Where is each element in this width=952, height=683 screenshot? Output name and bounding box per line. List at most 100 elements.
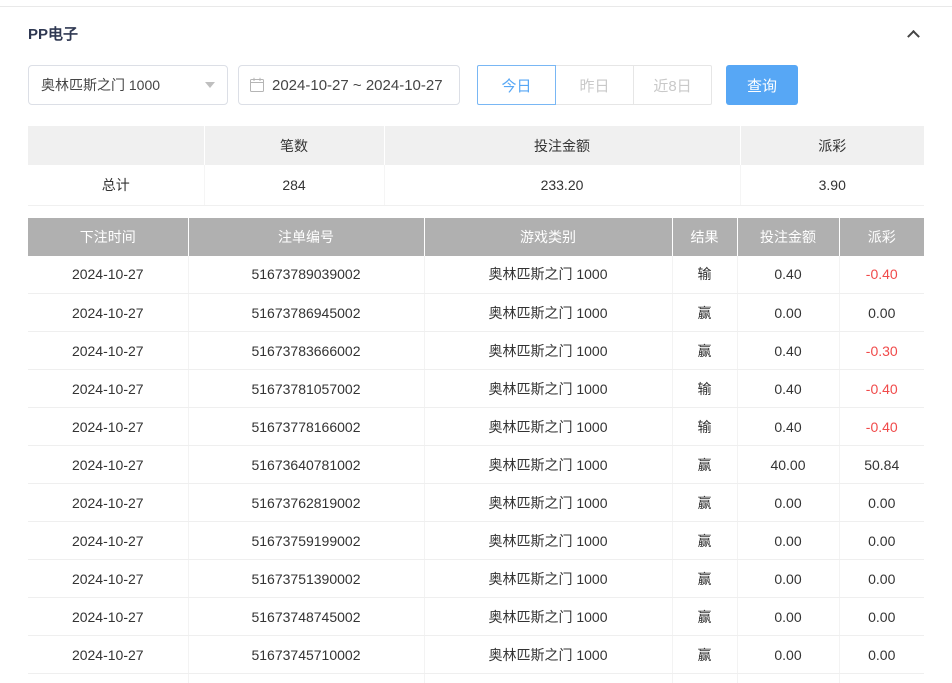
table-row: 2024-10-27 51673751390002 奥林匹斯之门 1000 赢 0.00… [28,559,924,598]
bet-records-panel: PP电子 奥林匹斯之门 1000 2024-10-27 ~ 2024-10-27… [0,22,952,683]
game-name-cell: 奥林匹斯之门 1000 [424,407,673,446]
table-row: 2024-10-27 51673778166002 奥林匹斯之门 1000 输 0.40… [28,407,924,446]
table-row: 2024-10-27 51673745710002 奥林匹斯之门 1000 赢 0.00… [28,635,924,674]
payout-cell: -0.30 [839,331,924,370]
bet-amount-cell: 0.40 [737,331,840,370]
result-cell [672,673,738,683]
bet-amount-cell: 0.00 [737,559,840,598]
payout-cell: 0.00 [839,483,924,522]
today-button[interactable]: 今日 [477,65,556,105]
summary-payout-value: 3.90 [740,165,924,206]
bet-time-cell: 2024-10-27 [28,293,189,332]
collapse-button[interactable] [902,22,924,44]
header-bet-amount: 投注金额 [737,217,840,256]
bet-amount-cell: 0.00 [737,293,840,332]
summary-total-row: 总计 284 233.20 3.90 [28,165,924,206]
bet-id-cell: 51673781057002 [188,369,425,408]
date-range-picker[interactable]: 2024-10-27 ~ 2024-10-27 [238,65,460,105]
bet-amount-cell: 0.40 [737,407,840,446]
bet-id-cell: 51673778166002 [188,407,425,446]
game-select[interactable]: 奥林匹斯之门 1000 [28,65,228,105]
result-cell: 赢 [672,521,738,560]
date-range-value: 2024-10-27 ~ 2024-10-27 [272,76,443,94]
bet-amount-cell: 0.40 [737,369,840,408]
calendar-icon [249,77,265,93]
game-select-value: 奥林匹斯之门 1000 [41,77,161,93]
summary-bet-amount-value: 233.20 [384,165,741,206]
header-bet-id: 注单编号 [188,217,425,256]
top-divider [0,6,952,7]
filter-bar: 奥林匹斯之门 1000 2024-10-27 ~ 2024-10-27 今日 昨… [28,65,924,105]
bet-amount-cell: 40.00 [737,445,840,484]
bet-amount-cell: 0.40 [737,255,840,294]
table-row: 2024-10-27 51673748745002 奥林匹斯之门 1000 赢 0.00… [28,597,924,636]
bet-amount-cell: 0.00 [737,483,840,522]
bet-time-cell: 2024-10-27 [28,445,189,484]
bet-amount-cell: 0.00 [737,521,840,560]
bet-id-cell: 51673748745002 [188,597,425,636]
bet-time-cell: 2024-10-27 [28,331,189,370]
payout-cell: -0.40 [839,369,924,408]
bet-time-cell: 2024-10-27 [28,635,189,674]
bet-id-cell: 51673783666002 [188,331,425,370]
yesterday-button[interactable]: 昨日 [555,65,634,105]
bet-id-cell: 51673640781002 [188,445,425,484]
result-cell: 赢 [672,559,738,598]
bet-time-cell: 2024-10-27 [28,559,189,598]
summary-table: 笔数 投注金额 派彩 总计 284 233.20 3.90 [28,126,924,206]
table-row-partial [28,673,924,683]
table-row: 2024-10-27 51673781057002 奥林匹斯之门 1000 输 0.40… [28,369,924,408]
bet-time-cell: 2024-10-27 [28,255,189,294]
bet-time-cell: 2024-10-27 [28,407,189,446]
game-name-cell: 奥林匹斯之门 1000 [424,521,673,560]
bet-amount-cell: 0.00 [737,597,840,636]
payout-cell: -0.40 [839,407,924,446]
page-title: PP电子 [28,25,79,43]
game-name-cell: 奥林匹斯之门 1000 [424,635,673,674]
summary-header-empty [28,126,205,165]
result-cell: 赢 [672,483,738,522]
result-cell: 输 [672,407,738,446]
game-name-cell: 奥林匹斯之门 1000 [424,445,673,484]
result-cell: 赢 [672,293,738,332]
header-result: 结果 [672,217,738,256]
bet-table: 下注时间 注单编号 游戏类别 结果 投注金额 派彩 2024-10-27 5167… [28,217,924,683]
bet-id-cell: 51673762819002 [188,483,425,522]
result-cell: 输 [672,369,738,408]
bet-time-cell [28,673,189,683]
result-cell: 赢 [672,635,738,674]
bet-amount-cell: 0.00 [737,635,840,674]
summary-header-bet-amount: 投注金额 [384,126,741,165]
table-row: 2024-10-27 51673640781002 奥林匹斯之门 1000 赢 40.0… [28,445,924,484]
bet-table-header-row: 下注时间 注单编号 游戏类别 结果 投注金额 派彩 [28,217,924,256]
bet-time-cell: 2024-10-27 [28,369,189,408]
result-cell: 赢 [672,597,738,636]
last-8-days-button[interactable]: 近8日 [633,65,712,105]
bet-time-cell: 2024-10-27 [28,521,189,560]
game-name-cell: 奥林匹斯之门 1000 [424,483,673,522]
quick-date-buttons: 今日 昨日 近8日 [477,65,712,105]
payout-cell: -0.40 [839,255,924,294]
bet-id-cell: 51673751390002 [188,559,425,598]
summary-header-payout: 派彩 [740,126,924,165]
bet-table-body: 2024-10-27 51673789039002 奥林匹斯之门 1000 输 0.40… [28,255,924,683]
chevron-up-icon [906,29,920,43]
search-button[interactable]: 查询 [726,65,798,105]
game-name-cell: 奥林匹斯之门 1000 [424,255,673,294]
payout-cell: 0.00 [839,559,924,598]
bet-id-cell [188,673,425,683]
payout-cell: 0.00 [839,597,924,636]
payout-cell: 0.00 [839,521,924,560]
table-row: 2024-10-27 51673786945002 奥林匹斯之门 1000 赢 0.00… [28,293,924,332]
bet-id-cell: 51673786945002 [188,293,425,332]
table-row: 2024-10-27 51673783666002 奥林匹斯之门 1000 赢 0.40… [28,331,924,370]
payout-cell [839,673,924,683]
header-payout: 派彩 [839,217,924,256]
game-name-cell: 奥林匹斯之门 1000 [424,559,673,598]
table-row: 2024-10-27 51673759199002 奥林匹斯之门 1000 赢 0.00… [28,521,924,560]
game-name-cell: 奥林匹斯之门 1000 [424,597,673,636]
summary-header-count: 笔数 [204,126,385,165]
table-row: 2024-10-27 51673789039002 奥林匹斯之门 1000 输 0.40… [28,255,924,294]
bet-id-cell: 51673745710002 [188,635,425,674]
chevron-down-icon [205,82,215,88]
